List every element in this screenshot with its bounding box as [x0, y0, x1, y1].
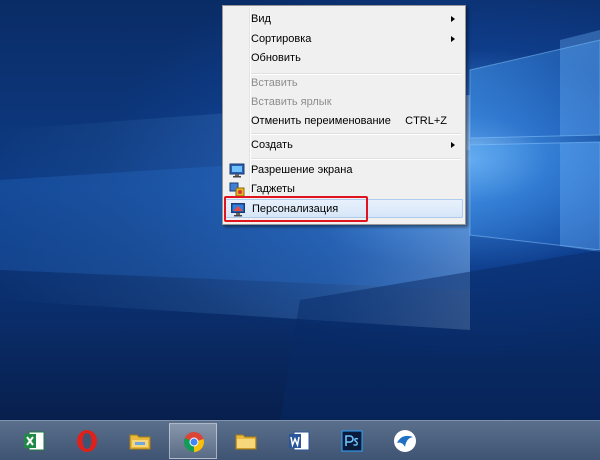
- taskbar-button-explorer[interactable]: [116, 423, 164, 459]
- monitor-icon: [229, 163, 245, 178]
- submenu-arrow-icon: [451, 16, 455, 22]
- menu-item-paste[interactable]: Вставить: [225, 74, 463, 93]
- excel-icon: [24, 431, 45, 451]
- submenu-arrow-icon: [451, 36, 455, 42]
- annotation-highlight-box: [224, 196, 368, 222]
- menu-item-sort[interactable]: Сортировка: [225, 30, 463, 49]
- taskbar: [0, 420, 600, 460]
- taskbar-button-app[interactable]: [381, 423, 429, 459]
- taskbar-button-photoshop[interactable]: [328, 423, 376, 459]
- gadgets-icon: [229, 182, 245, 197]
- menu-item-label: Отменить переименование: [251, 115, 391, 127]
- taskbar-button-word[interactable]: [275, 423, 323, 459]
- word-icon: [289, 431, 310, 451]
- menu-item-label: Сортировка: [251, 33, 312, 45]
- menu-item-label: Вид: [251, 13, 271, 25]
- taskbar-button-folder[interactable]: [222, 423, 270, 459]
- menu-separator: [251, 133, 461, 135]
- menu-item-view[interactable]: Вид: [225, 10, 463, 29]
- chrome-icon: [183, 432, 204, 453]
- menu-item-label: Вставить ярлык: [251, 96, 332, 108]
- desktop-context-menu: Вид Сортировка Обновить Вставить Вставит…: [222, 5, 466, 225]
- menu-separator: [251, 158, 461, 160]
- taskbar-button-excel[interactable]: [10, 423, 58, 459]
- taskbar-button-opera[interactable]: [63, 423, 111, 459]
- menu-item-shortcut: CTRL+Z: [405, 115, 447, 127]
- menu-item-label: Обновить: [251, 52, 301, 64]
- menu-item-label: Вставить: [251, 77, 298, 89]
- file-explorer-icon: [129, 434, 151, 450]
- taskbar-button-chrome[interactable]: [169, 423, 217, 459]
- folder-icon: [235, 434, 257, 450]
- menu-item-new[interactable]: Создать: [225, 136, 463, 155]
- menu-item-label: Разрешение экрана: [251, 164, 353, 176]
- menu-item-paste-shortcut[interactable]: Вставить ярлык: [225, 93, 463, 112]
- menu-item-label: Создать: [251, 139, 293, 151]
- menu-item-screen-resolution[interactable]: Разрешение экрана: [225, 161, 463, 180]
- menu-item-refresh[interactable]: Обновить: [225, 49, 463, 68]
- submenu-arrow-icon: [451, 142, 455, 148]
- app-bird-icon: [394, 430, 416, 452]
- menu-item-undo-rename[interactable]: Отменить переименование CTRL+Z: [225, 112, 463, 131]
- opera-icon: [77, 430, 97, 452]
- photoshop-icon: [341, 430, 363, 452]
